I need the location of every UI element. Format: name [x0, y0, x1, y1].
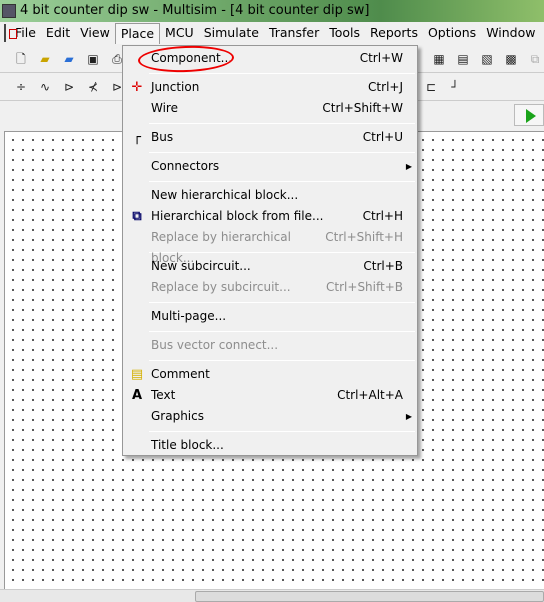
ground-source-icon[interactable]: ÷: [12, 78, 30, 96]
menu-item-shortcut: Ctrl+J: [368, 80, 403, 94]
horizontal-scrollbar[interactable]: [0, 589, 544, 602]
place-menu-dropdown: Component... Ctrl+W ✛ Junction Ctrl+J Wire Ctr…: [122, 45, 418, 456]
menu-item-label: Graphics: [151, 409, 204, 423]
hierarchical-block-icon: ⧉: [132, 209, 142, 224]
menu-item-replace-by-hierarchical-block[interactable]: Replace by hierarchical block... Ctrl+Shi…: [123, 227, 417, 265]
bus-icon: ┌: [133, 130, 141, 145]
menu-simulate[interactable]: Simulate: [199, 23, 264, 43]
menu-item-label: Bus: [151, 130, 174, 144]
menu-item-comment[interactable]: ▤ Comment: [123, 364, 417, 385]
menu-item-wire[interactable]: Wire Ctrl+Shift+W: [123, 98, 417, 119]
bus-toolbar-icon[interactable]: ┘: [446, 78, 464, 96]
menu-item-shortcut: Ctrl+Shift+W: [322, 101, 403, 115]
menu-item-text[interactable]: A Text Ctrl+Alt+A: [123, 385, 417, 406]
open-sample-icon[interactable]: ▰: [60, 50, 78, 68]
scrollbar-thumb[interactable]: [195, 591, 544, 602]
menu-item-shortcut: Ctrl+U: [362, 130, 403, 144]
new-file-icon[interactable]: 🗋: [12, 50, 30, 68]
menu-item-label: Bus vector connect...: [151, 338, 279, 352]
menu-item-label: Hierarchical block from file...: [151, 209, 324, 223]
junction-icon: ✛: [131, 80, 143, 95]
menu-item-title-block[interactable]: Title block...: [123, 435, 417, 456]
menu-place[interactable]: Place: [114, 22, 161, 44]
menu-window[interactable]: Window: [481, 23, 540, 43]
open-folder-icon[interactable]: ▰: [36, 50, 54, 68]
menu-separator: [149, 302, 415, 303]
menu-item-new-subcircuit[interactable]: New subcircuit... Ctrl+B: [123, 256, 417, 277]
instrument-icon[interactable]: ▧: [478, 50, 496, 68]
hierarchical-connector-icon[interactable]: ⊏: [422, 78, 440, 96]
menu-separator: [149, 431, 415, 432]
postprocessor-icon[interactable]: ▤: [454, 50, 472, 68]
comment-icon: ▤: [130, 367, 144, 382]
menu-edit[interactable]: Edit: [41, 23, 75, 43]
menu-separator: [149, 73, 415, 74]
menu-item-bus[interactable]: ┌ Bus Ctrl+U: [123, 127, 417, 148]
title-bar: 4 bit counter dip sw - Multisim - [4 bit…: [0, 0, 544, 22]
menu-help[interactable]: He: [541, 23, 544, 43]
menu-item-label: Multi-page...: [151, 309, 227, 323]
menu-item-multi-page[interactable]: Multi-page...: [123, 306, 417, 327]
menu-item-shortcut: Ctrl+Alt+A: [337, 388, 403, 402]
save-icon[interactable]: ▣: [84, 50, 102, 68]
menu-item-label: Connectors: [151, 159, 220, 173]
menu-item-shortcut: Ctrl+Shift+H: [325, 230, 403, 244]
menu-separator: [149, 181, 415, 182]
menu-separator: [149, 123, 415, 124]
menu-item-connectors[interactable]: Connectors ▶: [123, 156, 417, 177]
grapher-icon[interactable]: ▦: [430, 50, 448, 68]
menu-separator: [149, 331, 415, 332]
calculator-icon[interactable]: ▩: [502, 50, 520, 68]
document-icon[interactable]: [4, 24, 17, 42]
menu-item-label: Text: [151, 388, 176, 402]
window-title: 4 bit counter dip sw - Multisim - [4 bit…: [20, 3, 370, 18]
menu-item-bus-vector-connect[interactable]: Bus vector connect...: [123, 335, 417, 356]
text-icon: A: [131, 388, 143, 403]
menu-item-graphics[interactable]: Graphics ▶: [123, 406, 417, 427]
menu-item-label: Title block...: [151, 438, 224, 452]
run-simulation-button[interactable]: [514, 104, 544, 126]
menu-item-label: New hierarchical block...: [151, 188, 299, 202]
menu-item-label: Replace by hierarchical block...: [151, 230, 291, 265]
menu-item-junction[interactable]: ✛ Junction Ctrl+J: [123, 77, 417, 98]
menu-item-shortcut: Ctrl+H: [362, 209, 403, 223]
menu-separator: [149, 360, 415, 361]
menu-transfer[interactable]: Transfer: [264, 23, 324, 43]
menu-mcu[interactable]: MCU: [160, 23, 199, 43]
diode-icon[interactable]: ⊳: [60, 78, 78, 96]
menu-item-label: Comment: [151, 367, 210, 381]
menu-tools[interactable]: Tools: [324, 23, 365, 43]
menu-bar: File Edit View Place MCU Simulate Transf…: [0, 22, 544, 44]
menu-view[interactable]: View: [75, 23, 115, 43]
menu-item-label: Junction: [151, 80, 200, 94]
menu-item-new-hierarchical-block[interactable]: New hierarchical block...: [123, 185, 417, 206]
menu-separator: [149, 152, 415, 153]
transfer-icon[interactable]: ⧉: [526, 50, 544, 68]
menu-item-shortcut: Ctrl+W: [359, 51, 403, 65]
menu-item-label: Wire: [151, 101, 178, 115]
transistor-icon[interactable]: ⊀: [84, 78, 102, 96]
menu-item-replace-by-subcircuit[interactable]: Replace by subcircuit... Ctrl+Shift+B: [123, 277, 417, 298]
menu-item-label: New subcircuit...: [151, 259, 251, 273]
resistor-icon[interactable]: ∿: [36, 78, 54, 96]
multisim-app-icon: [2, 4, 16, 18]
menu-reports[interactable]: Reports: [365, 23, 423, 43]
submenu-arrow-icon: ▶: [405, 162, 412, 171]
menu-item-label: Replace by subcircuit...: [151, 280, 291, 294]
menu-item-hierarchical-block-from-file[interactable]: ⧉ Hierarchical block from file... Ctrl+H: [123, 206, 417, 227]
menu-item-shortcut: Ctrl+B: [363, 259, 403, 273]
menu-item-shortcut: Ctrl+Shift+B: [326, 280, 403, 294]
menu-options[interactable]: Options: [423, 23, 481, 43]
submenu-arrow-icon: ▶: [405, 412, 412, 421]
